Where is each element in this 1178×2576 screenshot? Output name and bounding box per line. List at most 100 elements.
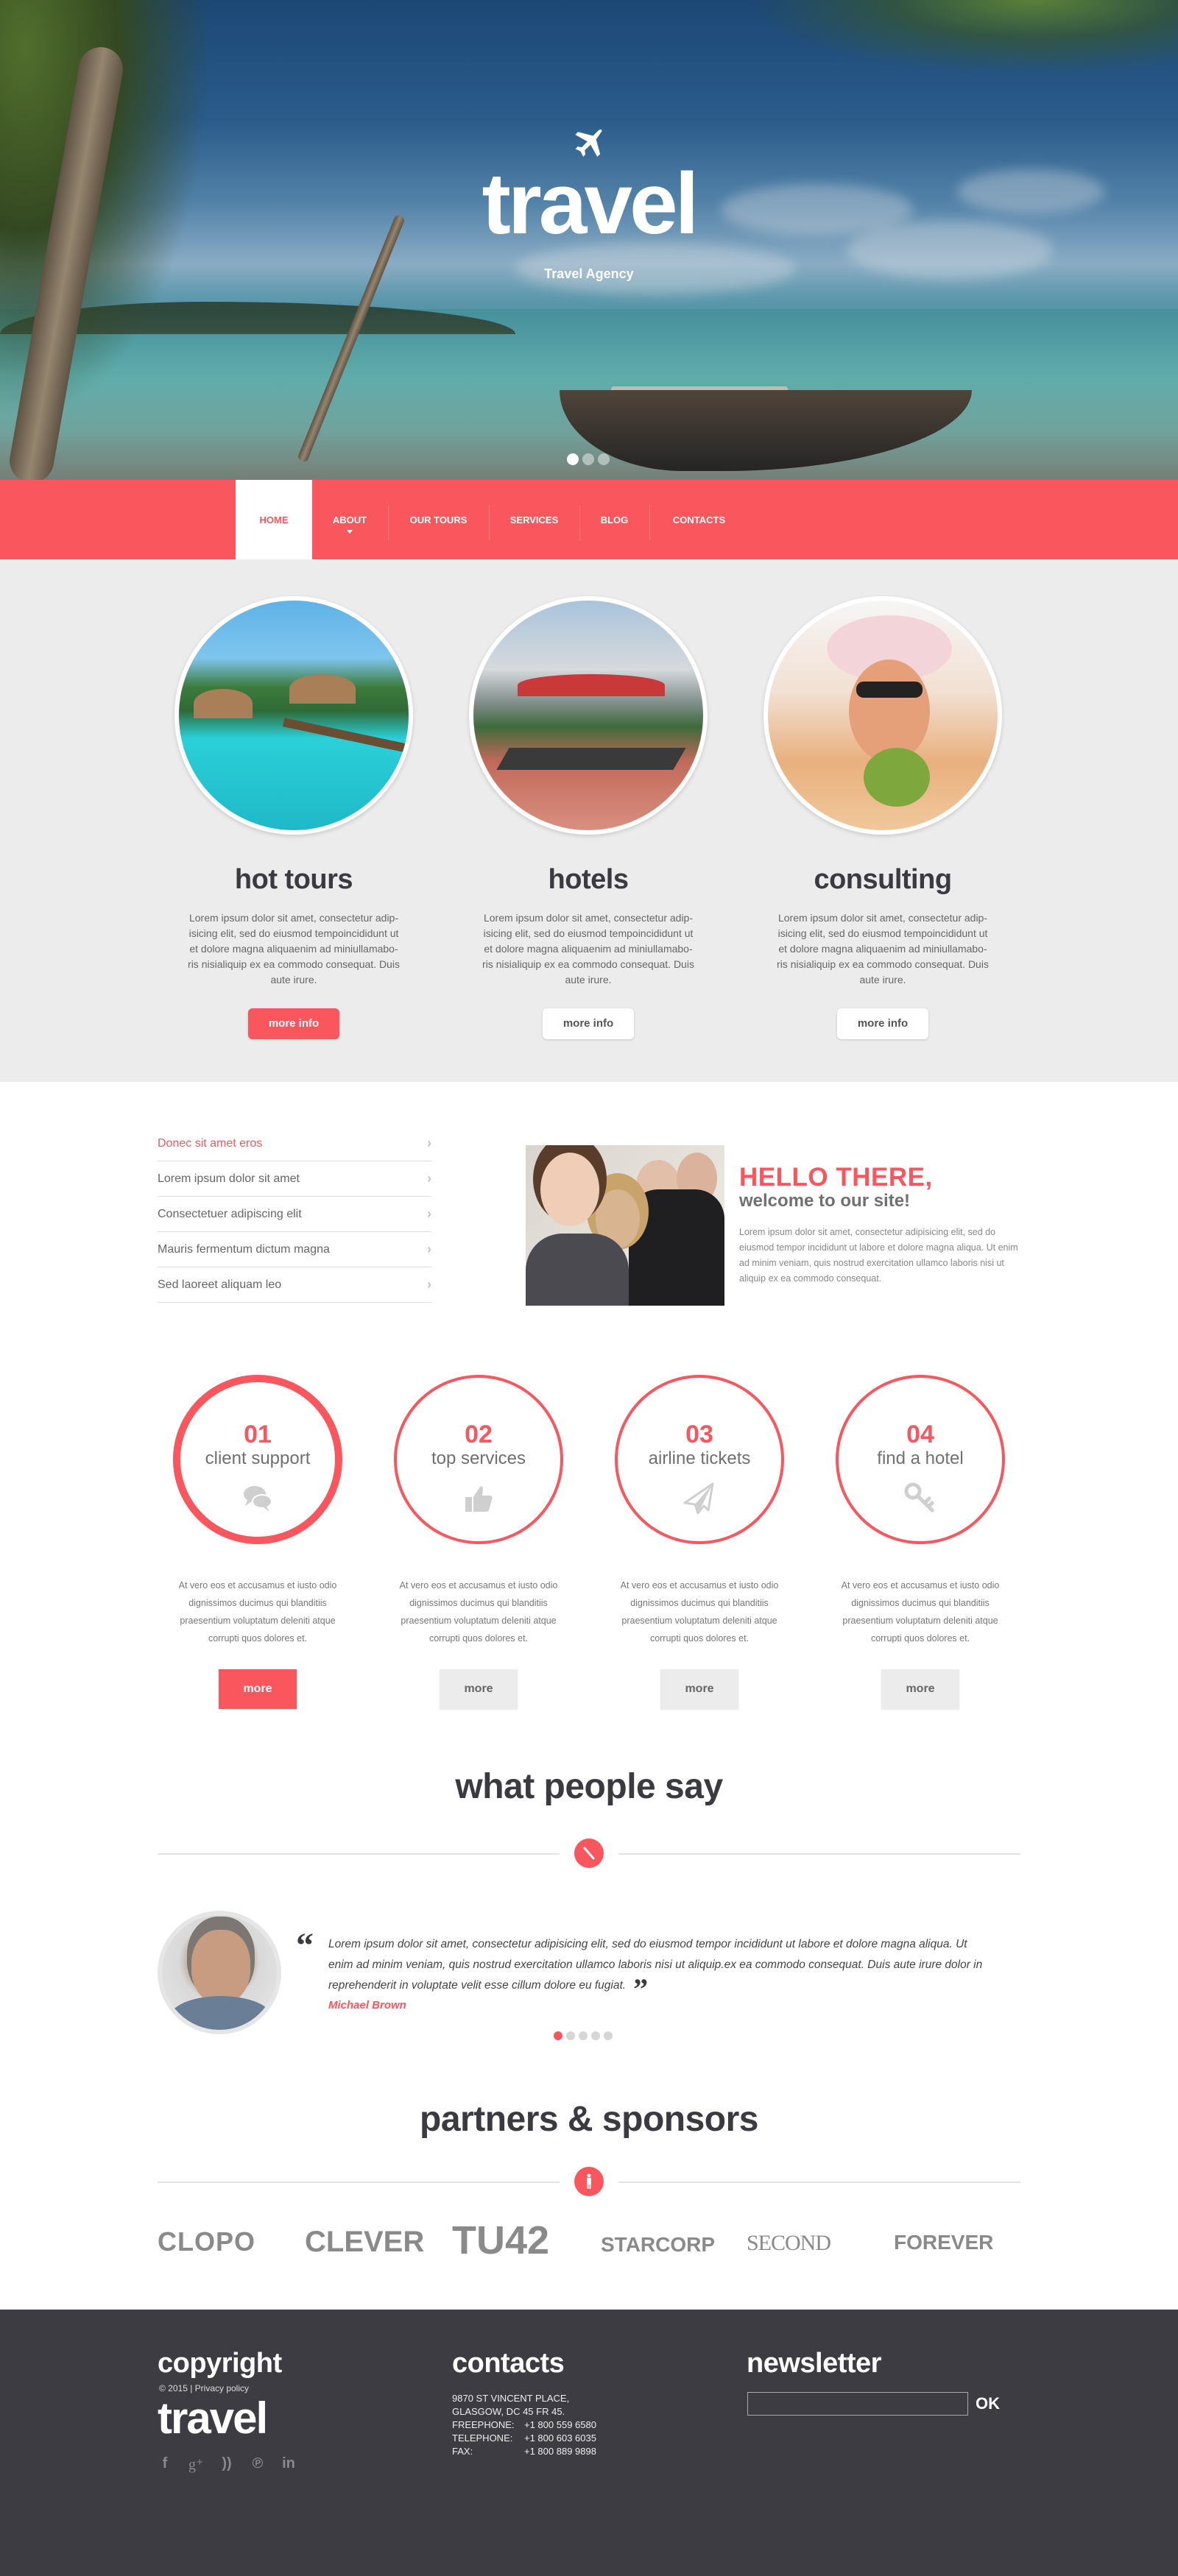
social-links: f g⁺ )) ℗ in — [158, 2455, 296, 2474]
more-button[interactable]: more — [660, 1669, 738, 1709]
linkedin-icon[interactable]: in — [281, 2455, 296, 2474]
service-label: airline tickets — [648, 1448, 751, 1468]
chevron-right-icon: › — [427, 1242, 431, 1256]
slider-dot[interactable] — [567, 453, 579, 465]
service-card: 03 airline tickets At vero eos et accusa… — [589, 1375, 810, 1709]
service-circle[interactable]: 02 top services — [394, 1375, 563, 1544]
service-card: 02 top services At vero eos et accusamus… — [368, 1375, 589, 1709]
phone-value: +1 800 603 6035 — [524, 2432, 596, 2444]
service-number: 01 — [244, 1420, 272, 1448]
more-info-button[interactable]: more info — [543, 1008, 634, 1039]
testimonials-title: what people say — [455, 1767, 723, 1806]
chevron-right-icon: › — [427, 1206, 431, 1221]
testimonial-quote: Lorem ipsum dolor sit amet, consectetur … — [328, 1934, 991, 2004]
footer-contacts-title: contacts — [452, 2348, 565, 2379]
more-button[interactable]: more — [440, 1669, 518, 1709]
service-circle[interactable]: 03 airline tickets — [615, 1375, 784, 1544]
partner-logo[interactable]: CLEVER — [305, 2220, 424, 2264]
phone-label: FREEPHONE: — [452, 2419, 515, 2430]
service-card: 01 client support At vero eos et accusam… — [147, 1375, 368, 1709]
list-item-label: Donec sit amet eros — [158, 1136, 263, 1150]
list-item[interactable]: Donec sit amet eros › — [158, 1126, 431, 1161]
section-divider — [158, 2167, 1020, 2196]
feature-title: hotels — [548, 864, 629, 895]
partner-logo[interactable]: STARCORP — [601, 2223, 715, 2267]
features-section: hot tours Lorem ipsum dolor sit amet, co… — [0, 559, 1178, 1082]
nav-contacts[interactable]: CONTACTS — [649, 480, 749, 559]
slider-dot[interactable] — [582, 453, 594, 465]
footer-logo[interactable]: travel — [158, 2396, 268, 2441]
site-footer: copyright © 2015 | Privacy policy travel… — [0, 2310, 1178, 2576]
partner-logo[interactable]: SECOND — [747, 2221, 831, 2265]
facebook-icon[interactable]: f — [158, 2455, 172, 2474]
service-circle[interactable]: 01 client support — [173, 1375, 342, 1544]
welcome-subheading: welcome to our site! — [739, 1191, 911, 1211]
partners-title: partners & sponsors — [420, 2100, 758, 2139]
site-logo[interactable]: travel — [0, 160, 1178, 247]
feature-title: consulting — [814, 864, 952, 895]
service-label: find a hotel — [877, 1448, 964, 1468]
rss-icon[interactable]: )) — [219, 2455, 234, 2474]
pager-dot[interactable] — [566, 2031, 575, 2040]
nav-about[interactable]: ABOUT — [312, 480, 387, 559]
partner-logo[interactable]: FOREVER — [894, 2221, 993, 2265]
list-item[interactable]: Sed laoreet aliquam leo › — [158, 1267, 431, 1303]
feature-title: hot tours — [234, 864, 353, 895]
list-item-label: Lorem ipsum dolor sit amet — [158, 1172, 300, 1185]
service-circle[interactable]: 04 find a hotel — [836, 1375, 1005, 1544]
nav-services[interactable]: SERVICES — [489, 480, 579, 559]
more-info-button[interactable]: more info — [837, 1008, 928, 1039]
pager-dot[interactable] — [591, 2031, 600, 2040]
testimonial-author: Michael Brown — [328, 1999, 406, 2011]
service-number: 03 — [685, 1420, 713, 1448]
list-item[interactable]: Consectetuer adipiscing elit › — [158, 1197, 431, 1232]
service-card: 04 find a hotel At vero eos et accusamus… — [810, 1375, 1031, 1709]
service-text: At vero eos et accusamus et iusto odio d… — [178, 1580, 337, 1643]
newsletter-submit-button[interactable]: OK — [976, 2392, 1000, 2416]
pager-dot[interactable] — [579, 2031, 588, 2040]
pager-dot[interactable] — [604, 2031, 613, 2040]
service-text: At vero eos et accusamus et iusto odio d… — [841, 1580, 1000, 1643]
slider-dot[interactable] — [598, 453, 610, 465]
quote-close-icon: ” — [633, 1972, 649, 2006]
service-number: 04 — [906, 1420, 934, 1448]
more-button[interactable]: more — [219, 1669, 297, 1709]
feature-card: hot tours Lorem ipsum dolor sit amet, co… — [172, 596, 415, 1039]
feature-image-resort — [174, 596, 413, 835]
nav-blog[interactable]: BLOG — [579, 480, 649, 559]
phone-value: +1 800 559 6580 — [524, 2419, 596, 2430]
nav-home[interactable]: HOME — [236, 480, 312, 559]
person-icon — [574, 2167, 604, 2196]
link-list: Donec sit amet eros › Lorem ipsum dolor s… — [158, 1126, 431, 1303]
copyright-text[interactable]: © 2015 | Privacy policy — [159, 2383, 249, 2393]
hero-slider-dots — [567, 453, 610, 465]
google-plus-icon[interactable]: g⁺ — [188, 2455, 204, 2474]
more-info-button[interactable]: more info — [248, 1008, 339, 1039]
partner-logo[interactable]: TU42 — [452, 2218, 549, 2262]
service-text: At vero eos et accusamus et iusto odio d… — [620, 1580, 779, 1643]
pinterest-icon[interactable]: ℗ — [250, 2455, 265, 2474]
site-tagline: Travel Agency — [544, 266, 634, 281]
pager-dot[interactable] — [554, 2031, 562, 2040]
address-line: 9870 ST VINCENT PLACE, — [452, 2393, 570, 2404]
service-label: top services — [431, 1448, 526, 1468]
partner-logo[interactable]: CLOPO — [158, 2220, 255, 2264]
list-item-label: Consectetuer adipiscing elit — [158, 1207, 302, 1220]
quote-open-icon: “ — [296, 1926, 314, 1965]
main-navigation: HOME ABOUT OUR TOURS SERVICES BLOG CONTA… — [0, 480, 1178, 559]
welcome-heading: HELLO THERE, — [739, 1163, 933, 1192]
list-item[interactable]: Mauris fermentum dictum magna › — [158, 1232, 431, 1267]
phone-row: FAX: +1 800 889 9898 — [452, 2445, 596, 2458]
partner-logos: CLOPO CLEVER TU42 STARCORP SECOND FOREVE… — [158, 2218, 1020, 2267]
chevron-down-icon — [347, 530, 353, 534]
phone-row: TELEPHONE: +1 800 603 6035 — [452, 2432, 596, 2445]
chat-bubbles-icon — [244, 1486, 272, 1512]
list-item[interactable]: Lorem ipsum dolor sit amet › — [158, 1161, 431, 1197]
feature-card: consulting Lorem ipsum dolor sit amet, c… — [761, 596, 1004, 1039]
thumbs-up-icon — [465, 1486, 493, 1512]
more-button[interactable]: more — [881, 1669, 959, 1709]
nav-our-tours[interactable]: OUR TOURS — [388, 480, 489, 559]
newsletter-email-input[interactable] — [747, 2392, 968, 2416]
chevron-right-icon: › — [427, 1136, 431, 1150]
feature-image-hotel — [469, 596, 708, 835]
